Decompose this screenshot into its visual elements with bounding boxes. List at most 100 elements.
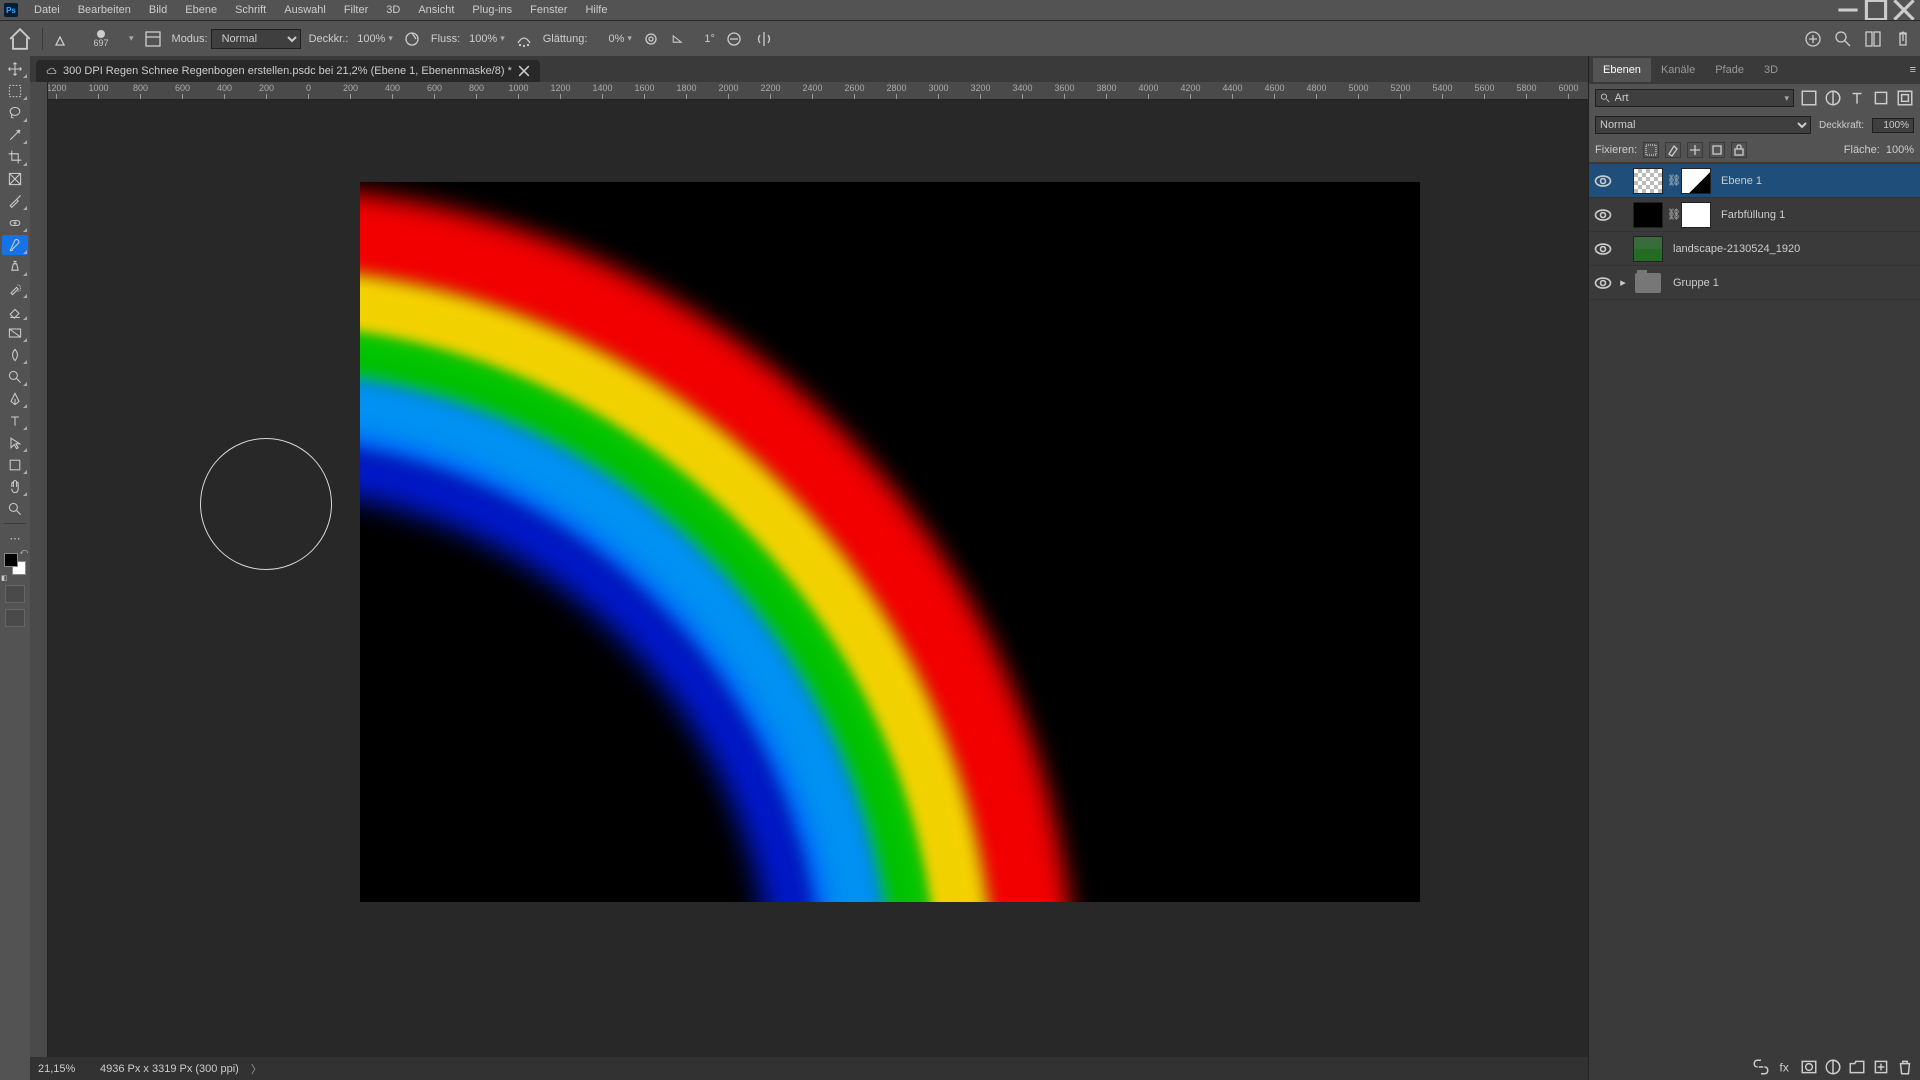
- clone-stamp-tool[interactable]: [2, 257, 28, 277]
- gradient-tool[interactable]: [2, 323, 28, 343]
- zoom-level-input[interactable]: [38, 1063, 88, 1075]
- filter-pixel-icon[interactable]: [1800, 89, 1818, 107]
- mask-link-icon[interactable]: ⛓: [1667, 174, 1677, 187]
- brush-panel-toggle[interactable]: [142, 28, 164, 50]
- blur-tool[interactable]: [2, 345, 28, 365]
- smoothing-options[interactable]: [640, 28, 662, 50]
- layer-mask-button[interactable]: [1800, 1058, 1818, 1076]
- brush-preset-picker[interactable]: 697: [81, 30, 121, 48]
- tab-layers[interactable]: Ebenen: [1593, 58, 1651, 82]
- foreground-color-swatch[interactable]: [4, 553, 18, 567]
- edit-toolbar-button[interactable]: ⋯: [2, 528, 28, 548]
- healing-brush-tool[interactable]: [2, 213, 28, 233]
- filter-smart-icon[interactable]: [1896, 89, 1914, 107]
- layer-style-button[interactable]: fx: [1776, 1058, 1794, 1076]
- close-tab-button[interactable]: [518, 65, 530, 77]
- layer-thumbnail[interactable]: [1633, 168, 1663, 194]
- path-selection-tool[interactable]: [2, 433, 28, 453]
- menu-view[interactable]: Ansicht: [410, 1, 462, 19]
- tool-preset-picker[interactable]: [51, 28, 73, 50]
- lock-transparent-icon[interactable]: [1643, 142, 1659, 158]
- lock-position-icon[interactable]: [1687, 142, 1703, 158]
- move-tool[interactable]: [2, 59, 28, 79]
- chevron-down-icon[interactable]: ▾: [627, 33, 632, 44]
- pressure-opacity-toggle[interactable]: [401, 28, 423, 50]
- menu-3d[interactable]: 3D: [378, 1, 408, 19]
- flow-input[interactable]: [463, 33, 497, 45]
- layer-opacity-value[interactable]: 100%: [1872, 118, 1914, 133]
- layer-mask-thumbnail[interactable]: [1681, 168, 1711, 194]
- default-colors-icon[interactable]: ◧: [1, 574, 8, 582]
- new-layer-button[interactable]: [1872, 1058, 1890, 1076]
- layer-fill-value[interactable]: 100%: [1886, 144, 1914, 156]
- menu-filter[interactable]: Filter: [336, 1, 376, 19]
- lock-artboard-icon[interactable]: [1709, 142, 1725, 158]
- lock-all-icon[interactable]: [1731, 142, 1747, 158]
- vertical-ruler[interactable]: [30, 100, 48, 1057]
- menu-type[interactable]: Schrift: [227, 1, 274, 19]
- tab-channels[interactable]: Kanäle: [1651, 58, 1705, 82]
- menu-file[interactable]: Datei: [26, 1, 68, 19]
- filter-shape-icon[interactable]: [1872, 89, 1890, 107]
- delete-layer-button[interactable]: [1896, 1058, 1914, 1076]
- menu-edit[interactable]: Bearbeiten: [70, 1, 139, 19]
- window-minimize-button[interactable]: [1836, 2, 1860, 18]
- layer-name[interactable]: landscape-2130524_1920: [1673, 243, 1800, 255]
- layer-thumbnail[interactable]: [1633, 236, 1663, 262]
- menu-plugins[interactable]: Plug-ins: [464, 1, 520, 19]
- zoom-tool[interactable]: [2, 499, 28, 519]
- layer-name[interactable]: Ebene 1: [1721, 175, 1762, 187]
- menu-window[interactable]: Fenster: [522, 1, 575, 19]
- layer-visibility-toggle[interactable]: [1593, 239, 1613, 259]
- layer-visibility-toggle[interactable]: [1593, 205, 1613, 225]
- menu-help[interactable]: Hilfe: [577, 1, 615, 19]
- layer-filter-input[interactable]: [1615, 92, 1781, 104]
- type-tool[interactable]: [2, 411, 28, 431]
- swap-colors-icon[interactable]: ⤺: [19, 547, 28, 557]
- layer-row[interactable]: ▸ Gruppe 1: [1589, 266, 1920, 300]
- status-menu-button[interactable]: 〉: [251, 1061, 262, 1077]
- airbrush-toggle[interactable]: [513, 28, 535, 50]
- eyedropper-tool[interactable]: [2, 191, 28, 211]
- lasso-tool[interactable]: [2, 103, 28, 123]
- layer-name[interactable]: Farbfüllung 1: [1721, 209, 1785, 221]
- quick-mask-toggle[interactable]: [5, 585, 25, 603]
- expand-group-button[interactable]: ▸: [1617, 273, 1629, 293]
- workspace-switcher[interactable]: [1862, 28, 1884, 50]
- chevron-down-icon[interactable]: ▾: [388, 33, 393, 44]
- horizontal-ruler[interactable]: 1200100080060040020002004006008001000120…: [30, 82, 1588, 100]
- search-icon[interactable]: [1832, 28, 1854, 50]
- opacity-input[interactable]: [351, 33, 385, 45]
- chevron-down-icon[interactable]: ▾: [500, 33, 505, 44]
- layer-visibility-toggle[interactable]: [1593, 273, 1613, 293]
- frame-tool[interactable]: [2, 169, 28, 189]
- tab-paths[interactable]: Pfade: [1705, 58, 1754, 82]
- panel-menu-button[interactable]: ≡: [1910, 64, 1916, 76]
- pressure-size-toggle[interactable]: [723, 28, 745, 50]
- document-tab[interactable]: 300 DPI Regen Schnee Regenbogen erstelle…: [36, 60, 540, 82]
- filter-adjustment-icon[interactable]: [1824, 89, 1842, 107]
- hand-tool[interactable]: [2, 477, 28, 497]
- link-layers-button[interactable]: [1752, 1058, 1770, 1076]
- layer-thumbnail[interactable]: [1633, 202, 1663, 228]
- layer-mask-thumbnail[interactable]: [1681, 202, 1711, 228]
- pen-tool[interactable]: [2, 389, 28, 409]
- shape-tool[interactable]: [2, 455, 28, 475]
- screen-mode-toggle[interactable]: [5, 609, 25, 627]
- adjustment-layer-button[interactable]: [1824, 1058, 1842, 1076]
- chevron-down-icon[interactable]: ▾: [129, 33, 134, 44]
- window-maximize-button[interactable]: [1864, 2, 1888, 18]
- menu-layer[interactable]: Ebene: [177, 1, 225, 19]
- layer-blend-mode-select[interactable]: Normal: [1595, 116, 1811, 134]
- filter-type-icon[interactable]: [1848, 89, 1866, 107]
- smoothing-input[interactable]: [590, 33, 624, 45]
- mask-link-icon[interactable]: ⛓: [1667, 208, 1677, 221]
- home-button[interactable]: [6, 25, 34, 53]
- layer-row[interactable]: ⛓ Farbfüllung 1: [1589, 198, 1920, 232]
- share-button[interactable]: [1892, 28, 1914, 50]
- tab-3d[interactable]: 3D: [1754, 58, 1788, 82]
- brush-tool[interactable]: [2, 235, 28, 255]
- color-swatches[interactable]: ⤺ ◧: [4, 553, 26, 575]
- layer-filter-type[interactable]: ▾: [1595, 89, 1794, 107]
- dodge-tool[interactable]: [2, 367, 28, 387]
